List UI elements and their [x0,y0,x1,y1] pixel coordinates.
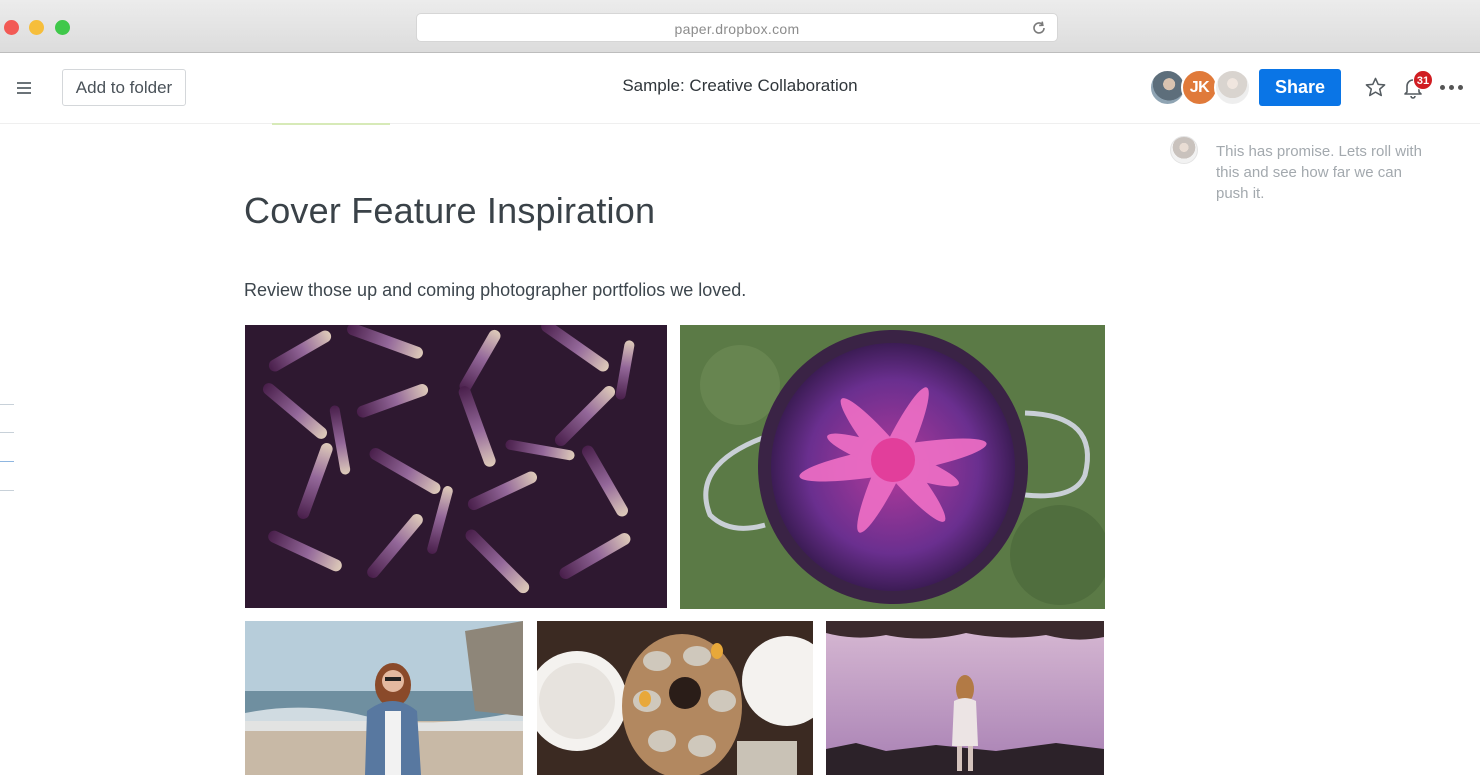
photo-starfish-bowl[interactable] [680,325,1105,609]
comment-text[interactable]: This has promise. Lets roll with this an… [1216,141,1436,204]
photo-woman-purple-landscape[interactable] [826,621,1104,775]
edge-marker [0,432,14,433]
reload-icon[interactable] [1029,18,1049,38]
url-text: paper.dropbox.com [674,21,800,37]
more-options-icon[interactable] [1440,85,1464,91]
photo-sea-urchin[interactable] [245,325,667,608]
collaborator-avatars[interactable]: JK [1149,69,1253,107]
edge-marker [0,404,14,405]
edge-marker [0,490,14,491]
close-window-button[interactable] [4,20,19,35]
add-to-folder-button[interactable]: Add to folder [62,69,186,106]
browser-toolbar: paper.dropbox.com [0,0,1480,53]
document-heading[interactable]: Cover Feature Inspiration [244,190,655,232]
avatar[interactable] [1214,69,1251,106]
photo-woman-beach[interactable] [245,621,523,775]
document-paragraph[interactable]: Review those up and coming photographer … [244,280,746,301]
address-bar[interactable]: paper.dropbox.com [416,13,1058,42]
edge-marker [0,461,14,462]
star-icon[interactable] [1364,76,1387,99]
photo-oysters[interactable] [537,621,813,775]
share-button[interactable]: Share [1259,69,1341,106]
zoom-window-button[interactable] [55,20,70,35]
notification-count-badge: 31 [1413,70,1433,90]
app-header: Add to folder Sample: Creative Collabora… [0,53,1480,124]
loading-progress-line [272,123,390,125]
comment-author-avatar[interactable] [1170,136,1198,164]
hamburger-menu-icon[interactable] [15,79,35,99]
avatar[interactable]: JK [1181,69,1218,106]
minimize-window-button[interactable] [29,20,44,35]
document-title: Sample: Creative Collaboration [622,76,858,95]
